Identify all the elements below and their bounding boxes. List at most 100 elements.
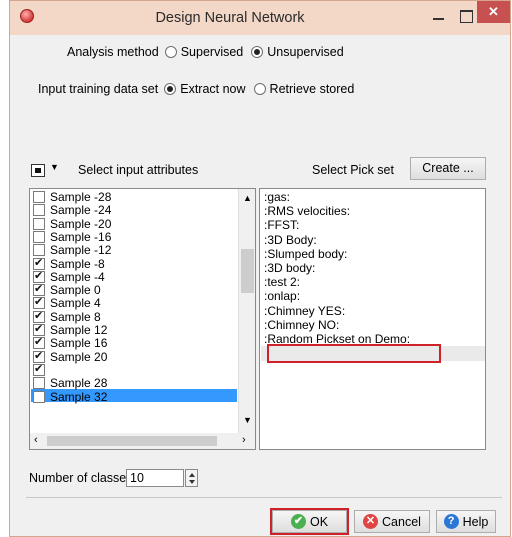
attribute-list-item[interactable]: Sample -28 bbox=[33, 190, 112, 204]
pickset-list-item[interactable]: :RMS velocities: bbox=[264, 204, 350, 218]
attribute-label: Sample -4 bbox=[50, 269, 105, 284]
radio-extract-now[interactable] bbox=[164, 83, 177, 95]
highlight-box-ok bbox=[270, 508, 349, 535]
attributes-horizontal-scrollbar[interactable]: ‹ › bbox=[30, 433, 255, 449]
attribute-label: Sample 16 bbox=[50, 336, 108, 351]
vertical-scroll-thumb[interactable] bbox=[241, 249, 254, 293]
help-button[interactable]: ? Help bbox=[436, 510, 496, 533]
window-title: Design Neural Network bbox=[155, 10, 305, 26]
cancel-icon: ✕ bbox=[363, 514, 379, 529]
attribute-list-item[interactable]: Sample 24 bbox=[33, 363, 107, 377]
horizontal-scroll-thumb[interactable] bbox=[47, 436, 217, 446]
cancel-button[interactable]: ✕ Cancel bbox=[354, 510, 430, 533]
radio-unsupervised[interactable] bbox=[251, 46, 264, 58]
attribute-list-item[interactable]: Sample 16 bbox=[33, 336, 108, 351]
attribute-label: Sample 0 bbox=[50, 283, 101, 298]
retrieve-stored-label[interactable]: Retrieve stored bbox=[270, 82, 355, 96]
help-icon: ? bbox=[443, 514, 459, 529]
attribute-list-item[interactable]: Sample 4 bbox=[33, 296, 101, 311]
scroll-up-icon[interactable]: ▲ bbox=[243, 193, 252, 203]
select-input-attributes-label: Select input attributes bbox=[78, 163, 199, 177]
number-of-classes-label: Number of classes bbox=[29, 471, 133, 485]
help-label: Help bbox=[462, 514, 489, 529]
close-button[interactable]: ✕ bbox=[477, 1, 510, 23]
attribute-checkbox[interactable] bbox=[33, 390, 45, 403]
cancel-label: Cancel bbox=[382, 514, 421, 529]
attribute-checkbox[interactable] bbox=[33, 244, 45, 257]
attribute-list-item[interactable]: Sample 28 bbox=[33, 376, 108, 391]
highlight-box-random-pickset bbox=[267, 344, 441, 363]
pickset-list-item[interactable]: :Slumped body: bbox=[264, 247, 347, 261]
pickset-list-item[interactable]: :3D Body: bbox=[264, 233, 317, 247]
attribute-list-item[interactable]: Sample 8 bbox=[33, 309, 101, 324]
pickset-list-item[interactable]: :3D body: bbox=[264, 261, 315, 275]
attribute-checkbox[interactable] bbox=[33, 204, 45, 217]
attribute-checkbox[interactable] bbox=[33, 283, 45, 297]
design-neural-network-dialog: Design Neural Network ✕ Analysis method … bbox=[9, 0, 511, 537]
attribute-checkbox[interactable] bbox=[33, 296, 45, 310]
pickset-list-item[interactable]: :gas: bbox=[264, 190, 290, 204]
attribute-list-item[interactable]: Sample -24 bbox=[33, 203, 112, 218]
analysis-method-row: Analysis method Supervised Unsupervised bbox=[67, 45, 344, 59]
attribute-checkbox[interactable] bbox=[33, 323, 45, 336]
pickset-list-item[interactable]: :onlap: bbox=[264, 289, 300, 303]
attribute-checkbox[interactable] bbox=[33, 230, 45, 243]
select-pick-set-label: Select Pick set bbox=[312, 163, 394, 177]
attribute-list-item[interactable]: Sample -4 bbox=[33, 269, 105, 284]
maximize-button[interactable] bbox=[455, 7, 477, 27]
minimize-button[interactable] bbox=[428, 7, 450, 27]
attribute-list-item[interactable]: Sample -20 bbox=[33, 216, 112, 231]
select-all-toggle[interactable] bbox=[31, 164, 45, 177]
attribute-label: Sample -24 bbox=[50, 203, 112, 218]
attribute-list-item[interactable]: Sample 0 bbox=[33, 283, 101, 298]
attribute-label: Sample 28 bbox=[50, 376, 108, 391]
create-pickset-button[interactable]: Create ... bbox=[410, 157, 486, 180]
supervised-label[interactable]: Supervised bbox=[181, 45, 244, 59]
input-training-label: Input training data set bbox=[38, 82, 159, 96]
attribute-label: Sample 4 bbox=[50, 296, 101, 311]
attribute-checkbox[interactable] bbox=[33, 217, 45, 230]
unsupervised-label[interactable]: Unsupervised bbox=[267, 45, 343, 59]
attribute-checkbox[interactable] bbox=[33, 310, 45, 323]
attribute-list-item[interactable]: Sample 12 bbox=[33, 323, 107, 337]
attribute-label: Sample 8 bbox=[50, 309, 101, 324]
pickset-list-item[interactable]: :Chimney NO: bbox=[264, 318, 339, 332]
pickset-list-item[interactable]: :test 2: bbox=[264, 275, 300, 289]
attribute-checkbox[interactable] bbox=[33, 350, 45, 363]
radio-supervised[interactable] bbox=[164, 46, 177, 58]
scroll-down-icon[interactable]: ▼ bbox=[243, 415, 252, 425]
attribute-label: Sample -20 bbox=[50, 216, 112, 231]
extract-now-label[interactable]: Extract now bbox=[180, 82, 245, 96]
attribute-checkbox[interactable] bbox=[33, 377, 45, 390]
number-of-classes-stepper[interactable] bbox=[185, 469, 198, 487]
attribute-checkbox[interactable] bbox=[33, 336, 45, 350]
title-bar[interactable]: Design Neural Network ✕ bbox=[10, 1, 510, 35]
attribute-label: Sample 20 bbox=[50, 349, 108, 364]
number-of-classes-input[interactable]: 10 bbox=[126, 469, 184, 487]
attribute-checkbox[interactable] bbox=[33, 191, 45, 203]
attribute-list-item[interactable]: Sample -16 bbox=[33, 229, 112, 244]
scroll-left-icon[interactable]: ‹ bbox=[34, 434, 38, 446]
pickset-list-item[interactable]: :Chimney YES: bbox=[264, 304, 345, 318]
attributes-vertical-scrollbar[interactable]: ▲ ▼ bbox=[238, 189, 255, 433]
attribute-list-item[interactable]: Sample 20 bbox=[33, 349, 108, 364]
attribute-label: Sample -8 bbox=[50, 256, 105, 271]
chevron-down-icon[interactable]: ▼ bbox=[50, 162, 59, 172]
attribute-checkbox[interactable] bbox=[33, 270, 45, 283]
attributes-list[interactable]: Sample -28 Sample -24 Sample -20 Sample -16… bbox=[29, 188, 256, 450]
attribute-label: Sample -16 bbox=[50, 229, 112, 244]
input-training-row: Input training data set Extract now Retr… bbox=[38, 82, 354, 96]
attribute-checkbox[interactable] bbox=[33, 363, 45, 376]
attribute-list-item[interactable]: Sample 32 bbox=[33, 389, 108, 404]
attribute-list-item[interactable]: Sample -12 bbox=[33, 243, 112, 258]
attribute-label: Sample -28 bbox=[50, 190, 112, 204]
pickset-list-item[interactable]: :FFST: bbox=[264, 218, 299, 232]
attribute-label: Sample 32 bbox=[50, 389, 108, 404]
attribute-label: Sample -12 bbox=[50, 243, 112, 258]
pickset-list[interactable]: :gas::RMS velocities::FFST::3D Body::Slu… bbox=[259, 188, 486, 450]
attribute-checkbox[interactable] bbox=[33, 257, 45, 270]
attribute-list-item[interactable]: Sample -8 bbox=[33, 256, 105, 271]
scroll-right-icon[interactable]: › bbox=[242, 434, 246, 446]
footer-divider bbox=[26, 497, 502, 498]
radio-retrieve-stored[interactable] bbox=[253, 83, 266, 95]
